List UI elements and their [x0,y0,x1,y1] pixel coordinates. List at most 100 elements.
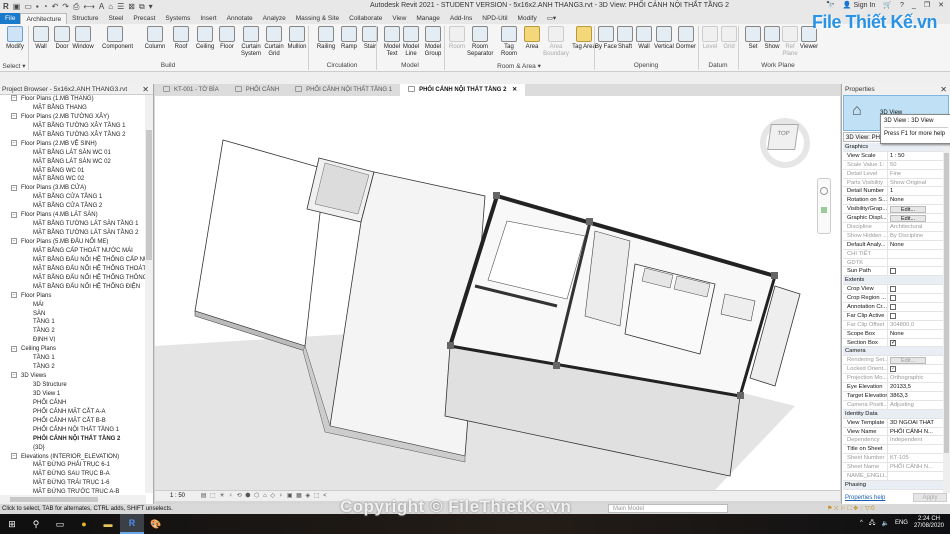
ribbon-tab[interactable]: Steel [104,13,129,24]
scrollbar-thumb[interactable] [10,497,98,502]
apply-button[interactable]: Apply [913,493,947,502]
tree-item[interactable]: MẶT BẰNG THANG [0,104,145,113]
tree-item[interactable]: PHỐI CẢNH MẶT CẮT B-B [0,417,145,426]
clock[interactable]: 2:24 CH 27/08/2020 [914,516,944,530]
ribbon-tool-button[interactable]: Modify [2,26,28,51]
tree-item[interactable]: MẶT BẰNG ĐẤU NỐI HỆ THỐNG ĐIỆN [0,283,145,292]
tree-item[interactable]: MẶT BẰNG TƯỜNG XÂY TẦNG 1 [0,122,145,131]
close-tab-icon[interactable]: ✕ [510,87,517,93]
tree-category[interactable]: − Floor Plans [0,292,145,301]
ribbon-tool-button[interactable]: Room Separator [467,26,493,57]
ribbon-tab[interactable]: File [0,13,21,24]
selection-filter-icons[interactable]: ⚑ ⛌ ⚐ ⛶ ✥ ◌ ▽:0 [827,504,875,514]
ribbon-tab[interactable]: Precast [128,13,160,24]
view-control-icons[interactable]: ▤ ⬚ ☀ ♀ ⟲ ⬢ ⬡ ⌂ ◇ ♀ ▣ ▦ ◈ ⬚ < [201,493,328,499]
print-icon[interactable]: ⎙ [73,2,79,12]
ribbon-tab[interactable]: Modify [513,13,542,24]
property-value[interactable] [888,445,943,453]
collapse-icon[interactable]: − [11,184,17,191]
tree-item[interactable]: MẶT ĐỨNG PHẢI TRỤC 6-1 [0,461,145,470]
view-tab[interactable]: PHỐI CẢNH [227,84,287,96]
ribbon-tool-button[interactable]: Dormer [673,26,699,51]
tree-item[interactable]: MẶT BẰNG CẤP THOÁT NƯỚC MÁI [0,247,145,256]
collapse-icon[interactable]: − [11,372,17,379]
tree-category[interactable]: − Floor Plans (3.MB CỬA) [0,184,145,193]
tree-item[interactable]: PHỐI CẢNH NỘI THẤT TẦNG 1 [0,426,145,435]
tree-category[interactable]: −3D Views [0,372,145,381]
edit-button[interactable]: Edit... [890,206,926,214]
close-hidden-icon[interactable]: ⊠ [128,2,135,11]
property-section[interactable]: Camera [843,347,943,357]
tree-category[interactable]: − Ceiling Plans [0,345,145,354]
ribbon-tab[interactable]: Manage [411,13,445,24]
tree-item[interactable]: PHỐI CẢNH MẶT CẮT A-A [0,408,145,417]
tree-item[interactable]: MẶT BẰNG LÁT SÀN WC 01 [0,149,145,158]
property-checkbox[interactable] [890,312,896,319]
tree-item[interactable]: MÁI [0,301,145,310]
3d-model-drawing[interactable] [155,96,840,490]
save-icon[interactable]: ▪ [36,2,39,11]
tree-item[interactable]: TẦNG 1 [0,354,145,363]
close-icon[interactable]: ✕ [940,84,947,95]
tree-item[interactable]: TẦNG 2 [0,327,145,336]
ribbon-tab[interactable]: Structure [67,13,103,24]
tree-item[interactable]: MẶT BẰNG CỬA TẦNG 1 [0,193,145,202]
tree-item[interactable]: MẶT ĐỨNG TRƯỚC TRỤC A-B [0,488,145,493]
ribbon-tool-button[interactable]: Floor [214,26,240,51]
property-value[interactable]: None [888,241,943,249]
help-icon[interactable]: ? [900,2,904,9]
volume-icon[interactable]: 🔈 [881,520,888,527]
paint-app-icon[interactable]: 🎨 [144,514,168,534]
tree-item[interactable]: MẶT BẰNG TƯỜNG LÁT SÀN TẦNG 2 [0,229,145,238]
tree-item[interactable]: TẦNG 1 [0,318,145,327]
property-value[interactable]: 3D NGOAI THAT [888,419,943,427]
property-section[interactable]: Extents [843,276,943,286]
property-checkbox[interactable] [890,268,896,275]
ribbon-tool-button[interactable]: Area Boundary [543,26,569,57]
minimize-button[interactable]: _ [912,2,916,9]
scrollbar-thumb[interactable] [146,130,152,260]
property-value[interactable]: 1 [888,187,943,195]
ribbon-tab[interactable]: Insert [195,13,221,24]
property-section[interactable]: Phasing [843,480,943,490]
infocenter-icon[interactable]: 🔭 [826,1,835,9]
collapse-icon[interactable]: − [11,211,17,218]
ribbon-tool-button[interactable]: Model Group [420,26,446,57]
property-value[interactable]: None [888,196,943,204]
ribbon-tab[interactable]: ▭▾ [542,13,561,24]
customize-qat-icon[interactable]: ▾ [149,2,153,11]
redo-icon[interactable]: ↷ [62,2,69,11]
tree-item[interactable]: MẶT ĐỨNG SAU TRỤC B-A [0,470,145,479]
tree-category[interactable]: − Floor Plans (2.MB TƯỜNG XÂY) [0,113,145,122]
ribbon-tab[interactable]: View [387,13,411,24]
tree-item[interactable]: MẶT BẰNG TƯỜNG LÁT SÀN TẦNG 1 [0,220,145,229]
property-section[interactable]: Graphics [843,143,943,152]
tree-category[interactable]: − Floor Plans (1.MB THANG) [0,95,145,104]
property-value[interactable]: 20133,5 [888,383,943,391]
tree-item[interactable]: {3D} [0,444,145,453]
sync-icon[interactable]: ◔ [43,2,48,11]
ribbon-tab[interactable]: NPD-Util [477,13,512,24]
tree-category[interactable]: − Floor Plans (4.MB LÁT SÀN) [0,211,145,220]
home-icon[interactable]: ▣ [13,2,21,11]
measure-icon[interactable]: ⟷ [83,2,94,11]
ribbon-group-label[interactable]: Room & Area ▾ [444,62,594,70]
language-indicator[interactable]: ENG [895,520,908,526]
3d-view-icon[interactable]: ⌂ [108,2,113,11]
tree-item[interactable]: 3D Structure [0,381,145,390]
cart-icon[interactable]: 🛒 [883,1,892,9]
ribbon-tab[interactable]: Massing & Site [291,13,344,24]
tree-item[interactable]: TẦNG 2 [0,363,145,372]
network-icon[interactable]: 🖧 [869,518,876,528]
close-icon[interactable]: ✕ [142,84,149,95]
scale-selector[interactable]: 1 : 50 [170,493,185,499]
revit-logo[interactable]: R [3,2,9,11]
tree-item[interactable]: MẶT BẰNG TƯỜNG XÂY TẦNG 2 [0,131,145,140]
task-view-icon[interactable]: ▭ [48,514,72,534]
ribbon-tab[interactable]: Analyze [258,13,291,24]
switch-windows-icon[interactable]: ⧉ [139,2,145,12]
open-icon[interactable]: ▭ [24,2,32,11]
close-button[interactable]: ✕ [938,1,944,9]
tree-item[interactable]: MẶT ĐỨNG TRÁI TRỤC 1-6 [0,479,145,488]
ribbon-tool-button[interactable]: Column [142,26,168,51]
